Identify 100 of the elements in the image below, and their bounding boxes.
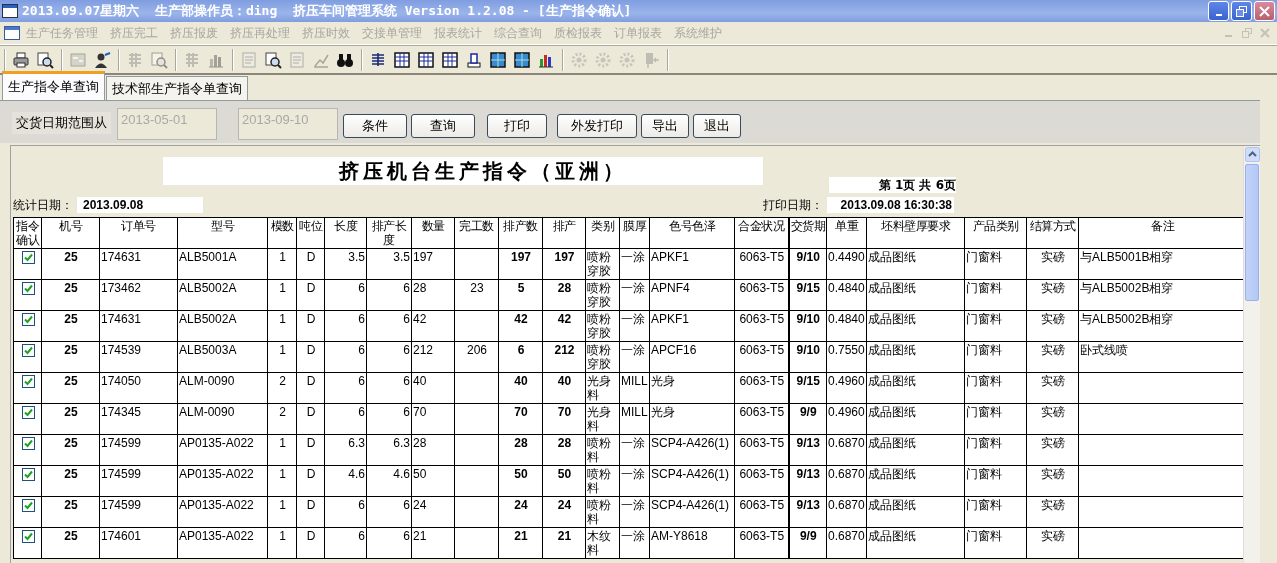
table-cell: 9/9 [788,403,827,435]
table-cell: 174631 [99,248,178,280]
vertical-scrollbar[interactable] [1243,146,1260,563]
close-button[interactable] [1254,1,1275,21]
restore-button[interactable] [1231,1,1252,21]
checkbox[interactable] [21,251,35,264]
table-cell: 197 [498,248,543,280]
table-cell: 6 [366,403,412,435]
person-icon[interactable] [93,51,111,69]
table-cell: 25 [41,403,100,435]
printer-icon[interactable] [12,51,30,69]
table-cell: 喷粉穿胶 [585,341,620,373]
table-cell: 6 [324,403,367,435]
binoculars-icon[interactable] [336,51,354,69]
table-cell: 门窗料 [964,403,1027,435]
toolbar-button[interactable]: 条件 [343,114,407,138]
close-icon [1259,5,1270,17]
table-cell: 42 [498,310,543,342]
checkbox[interactable] [21,437,35,450]
table-cell: 28 [411,279,455,311]
print-date-label: 打印日期： [763,196,823,214]
window-icon[interactable] [489,51,507,69]
checkbox[interactable] [21,468,35,481]
table-icon[interactable] [417,51,435,69]
list-icon[interactable] [369,51,387,69]
checkbox[interactable] [21,406,35,419]
table-cell: 174601 [99,527,178,559]
table-cell: 门窗料 [964,434,1027,466]
table-icon[interactable] [393,51,411,69]
table-cell: 174345 [99,403,178,435]
table-cell: D [296,403,325,435]
table-cell: 一涂 [619,248,650,280]
minimize-button[interactable] [1208,1,1229,21]
table-cell: 实磅 [1026,372,1079,404]
table-cell: 木纹料 [585,527,620,559]
minimize-icon [1215,14,1222,16]
toolbar-button[interactable]: 打印 [487,114,547,138]
table-cell: 成品图纸 [866,434,965,466]
toolbar-button[interactable]: 外发打印 [557,114,637,138]
column-header: 单重 [826,217,867,249]
table-cell: 21 [542,527,586,559]
table-cell: 25 [41,310,100,342]
tab[interactable]: 技术部生产指令单查询 [106,76,248,100]
window-icon[interactable] [513,51,531,69]
checkbox[interactable] [21,282,35,295]
table-cell: 9/13 [788,434,827,466]
table-cell: 6 [366,279,412,311]
date-field[interactable]: 2013-09-10 [238,108,338,140]
table-icon[interactable] [441,51,459,69]
table-cell: 24 [542,496,586,528]
table-cell: 0.4840 [826,310,867,342]
checkbox[interactable] [21,375,35,388]
table-cell: 实磅 [1026,434,1079,466]
table-cell: 9/13 [788,465,827,497]
column-header: 坯料壁厚要求 [866,217,965,249]
table-cell: 28 [498,434,543,466]
table-cell: 门窗料 [964,248,1027,280]
preview-icon[interactable] [264,51,282,69]
table-cell: D [296,496,325,528]
column-header: 完工数 [454,217,499,249]
table-cell: 9/15 [788,279,827,311]
table-cell: 70 [542,403,586,435]
date-field[interactable]: 2013-05-01 [117,108,217,140]
toolbar-button[interactable]: 导出 [641,114,689,138]
table-cell: 实磅 [1026,527,1079,559]
table-cell: 42 [542,310,586,342]
table-cell: 5 [498,279,543,311]
column-header: 吨位 [296,217,325,249]
checkbox[interactable] [21,344,35,357]
table-cell: 喷粉穿胶 [585,248,620,280]
table-cell: 0.6870 [826,496,867,528]
table-cell: 3.5 [366,248,412,280]
checkbox[interactable] [21,313,35,326]
table-cell: 4.6 [366,465,412,497]
column-header: 长度 [324,217,367,249]
table-cell: 门窗料 [964,465,1027,497]
preview-icon[interactable] [36,51,54,69]
table-cell: 24 [411,496,455,528]
checkbox[interactable] [21,499,35,512]
table-cell: MILL [619,403,650,435]
table-cell: 光身料 [585,372,620,404]
toolbar-button[interactable]: 退出 [693,114,741,138]
table-cell: 成品图纸 [866,310,965,342]
checkbox[interactable] [21,530,35,543]
table-cell: D [296,465,325,497]
table-cell: 成品图纸 [866,341,965,373]
table-cell: 一涂 [619,496,650,528]
stamp-icon[interactable] [465,51,483,69]
table-cell: 实磅 [1026,465,1079,497]
table-cell: APNF4 [649,279,735,311]
table-cell: 9/10 [788,310,827,342]
table-cell: 成品图纸 [866,248,965,280]
table-cell: 25 [41,341,100,373]
column-header: 排产 [542,217,586,249]
table-cell: 实磅 [1026,403,1079,435]
table-cell: 6 [366,496,412,528]
tab[interactable]: 生产指令单查询 [2,71,105,100]
table-cell: AP0135-A022 [177,465,268,497]
toolbar-button[interactable]: 查询 [411,114,475,138]
table-cell: 0.4960 [826,372,867,404]
